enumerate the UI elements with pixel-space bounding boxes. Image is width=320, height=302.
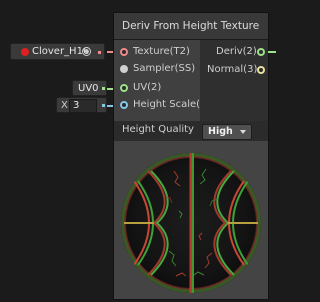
height-quality-label: Height Quality bbox=[122, 124, 194, 135]
texture-input-label: Texture(T2) bbox=[133, 46, 190, 57]
normal-output-label: Normal(3) bbox=[207, 64, 258, 75]
chevron-down-icon bbox=[240, 130, 246, 134]
deriv-from-height-texture-node[interactable]: Deriv From Height Texture Texture(T2) Sa… bbox=[113, 12, 269, 300]
normal-output-port[interactable] bbox=[257, 66, 265, 74]
height-scale-input[interactable]: 3 bbox=[69, 99, 97, 113]
sampler-input-port[interactable] bbox=[120, 65, 128, 73]
sphere-preview-icon bbox=[121, 153, 261, 293]
deriv-output-wire bbox=[268, 51, 276, 53]
deriv-output-port[interactable] bbox=[257, 48, 265, 56]
height-scale-axis-label: X bbox=[61, 100, 68, 111]
texture-asset-name: Clover_H16 bbox=[32, 46, 90, 57]
object-picker-icon[interactable] bbox=[82, 47, 91, 56]
uv-input-port[interactable] bbox=[120, 84, 128, 92]
node-title: Deriv From Height Texture bbox=[122, 20, 260, 32]
uv-channel-field[interactable]: UV0 bbox=[72, 80, 107, 96]
height-scale-input-label: Height Scale(1) bbox=[133, 99, 211, 110]
height-scale-input-port[interactable] bbox=[120, 101, 128, 109]
texture-chip-port-icon bbox=[98, 51, 101, 54]
texture-input-port[interactable] bbox=[120, 48, 128, 56]
sampler-input-label: Sampler(SS) bbox=[133, 63, 196, 74]
height-quality-dropdown[interactable]: High bbox=[202, 124, 252, 140]
height-scale-field[interactable]: X 3 bbox=[56, 97, 107, 113]
node-inputs-panel: Texture(T2) Sampler(SS) UV(2) Height Sca… bbox=[114, 40, 210, 121]
height-quality-row: Height Quality High bbox=[114, 121, 268, 141]
uv-channel-value: UV0 bbox=[78, 83, 99, 94]
deriv-output-label: Deriv(2) bbox=[216, 46, 257, 57]
height-quality-value: High bbox=[208, 126, 233, 137]
texture-swatch-icon bbox=[21, 48, 29, 56]
uv-input-label: UV(2) bbox=[133, 82, 162, 93]
node-preview bbox=[114, 141, 268, 299]
texture-asset-field[interactable]: Clover_H16 bbox=[10, 43, 105, 60]
node-header[interactable]: Deriv From Height Texture bbox=[114, 13, 268, 40]
uv-chip-port-icon bbox=[102, 87, 105, 90]
height-scale-chip-port-icon bbox=[102, 104, 105, 107]
node-outputs-panel: Deriv(2) Normal(3) bbox=[200, 40, 268, 121]
